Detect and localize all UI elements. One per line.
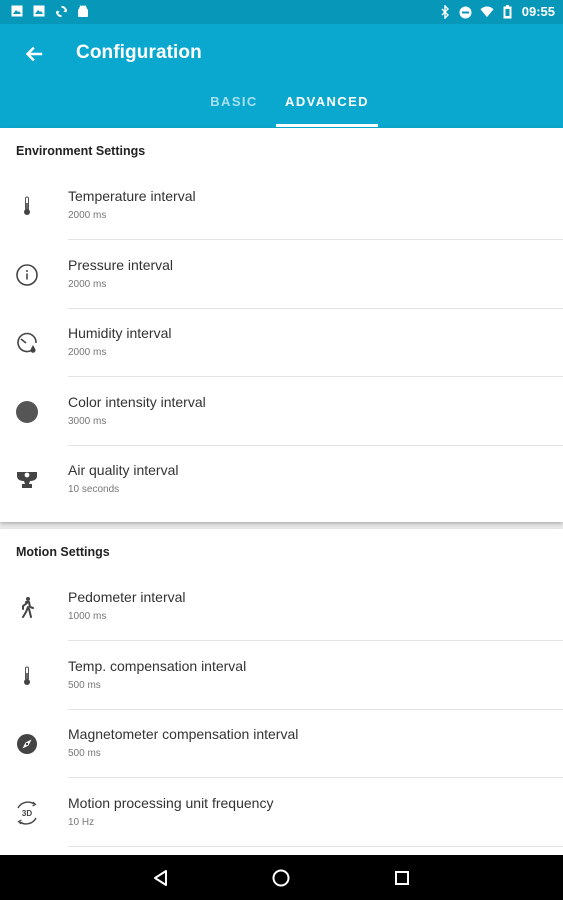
compass-icon <box>14 731 40 757</box>
nav-home-button[interactable] <box>268 865 294 891</box>
recents-square-icon <box>395 871 409 885</box>
page-title: Configuration <box>76 42 202 63</box>
setting-label: Motion processing unit frequency <box>68 795 274 811</box>
setting-pedometer-interval[interactable]: Pedometer interval 1000 ms <box>0 573 563 641</box>
tab-advanced[interactable]: ADVANCED <box>276 94 378 127</box>
setting-label: Color intensity interval <box>68 394 206 410</box>
setting-value: 10 Hz <box>68 817 95 828</box>
tab-basic[interactable]: BASIC <box>192 94 276 127</box>
nav-back-button[interactable] <box>148 865 174 891</box>
image-icon <box>32 4 46 18</box>
setting-value: 2000 ms <box>68 347 107 358</box>
humidity-icon <box>14 330 40 356</box>
setting-value: 500 ms <box>68 680 101 691</box>
setting-value: 3000 ms <box>68 416 107 427</box>
bluetooth-icon <box>438 5 452 19</box>
setting-value: 1000 ms <box>68 611 107 622</box>
battery-icon <box>501 5 515 19</box>
thermometer-icon <box>14 193 40 219</box>
tab-bar: BASIC ADVANCED <box>192 94 378 127</box>
motion-settings-card: Motion Settings Pedometer interval 1000 … <box>0 529 563 855</box>
nav-recents-button[interactable] <box>389 865 415 891</box>
setting-label: Magnetometer compensation interval <box>68 726 299 742</box>
setting-label: Temperature interval <box>68 188 196 204</box>
status-bar: 09:55 <box>0 0 563 24</box>
section-heading-motion: Motion Settings <box>16 545 110 559</box>
section-heading-environment: Environment Settings <box>16 144 146 158</box>
setting-temp-compensation-interval[interactable]: Temp. compensation interval 500 ms <box>0 642 563 710</box>
home-circle-icon <box>272 869 290 887</box>
wifi-icon <box>480 5 494 19</box>
setting-value: 2000 ms <box>68 210 107 221</box>
notification-icons <box>10 4 90 18</box>
walking-person-icon <box>14 594 40 620</box>
pressure-gauge-icon <box>14 262 40 288</box>
svg-text:3D: 3D <box>22 809 32 818</box>
clock: 09:55 <box>521 4 555 19</box>
image-icon <box>10 4 24 18</box>
setting-value: 10 seconds <box>68 484 120 495</box>
divider <box>68 846 563 847</box>
setting-humidity-interval[interactable]: Humidity interval 2000 ms <box>0 309 563 377</box>
divider <box>68 777 563 778</box>
setting-label: Temp. compensation interval <box>68 658 247 674</box>
divider <box>68 239 563 240</box>
divider <box>68 376 563 377</box>
air-quality-icon <box>14 467 40 493</box>
setting-value: 2000 ms <box>68 279 107 290</box>
setting-pressure-interval[interactable]: Pressure interval 2000 ms <box>0 241 563 309</box>
setting-temperature-interval[interactable]: Temperature interval 2000 ms <box>0 172 563 240</box>
setting-value: 500 ms <box>68 748 101 759</box>
do-not-disturb-icon <box>459 5 473 19</box>
setting-motion-processing-unit-frequency[interactable]: 3D Motion processing unit frequency 10 H… <box>0 779 563 847</box>
setting-air-quality-interval[interactable]: Air quality interval 10 seconds <box>0 446 563 514</box>
setting-label: Pressure interval <box>68 257 174 273</box>
setting-magnetometer-compensation-interval[interactable]: Magnetometer compensation interval 500 m… <box>0 710 563 778</box>
divider <box>68 640 563 641</box>
navigation-bar <box>0 855 563 900</box>
sync-icon <box>54 4 68 18</box>
rotate-3d-icon: 3D <box>14 800 40 826</box>
environment-settings-card: Environment Settings Temperature interva… <box>0 128 563 522</box>
android-icon <box>76 4 90 18</box>
back-button[interactable] <box>18 40 50 68</box>
back-triangle-icon <box>154 870 167 886</box>
setting-label: Humidity interval <box>68 325 172 341</box>
setting-color-intensity-interval[interactable]: Color intensity interval 3000 ms <box>0 378 563 446</box>
thermometer-icon <box>14 663 40 689</box>
color-circle-icon <box>14 399 40 425</box>
setting-label: Pedometer interval <box>68 589 186 605</box>
setting-label: Air quality interval <box>68 462 179 478</box>
system-status-icons: 09:55 <box>438 3 555 21</box>
app-bar: Configuration BASIC ADVANCED <box>0 24 563 128</box>
arrow-back-icon <box>25 46 43 62</box>
